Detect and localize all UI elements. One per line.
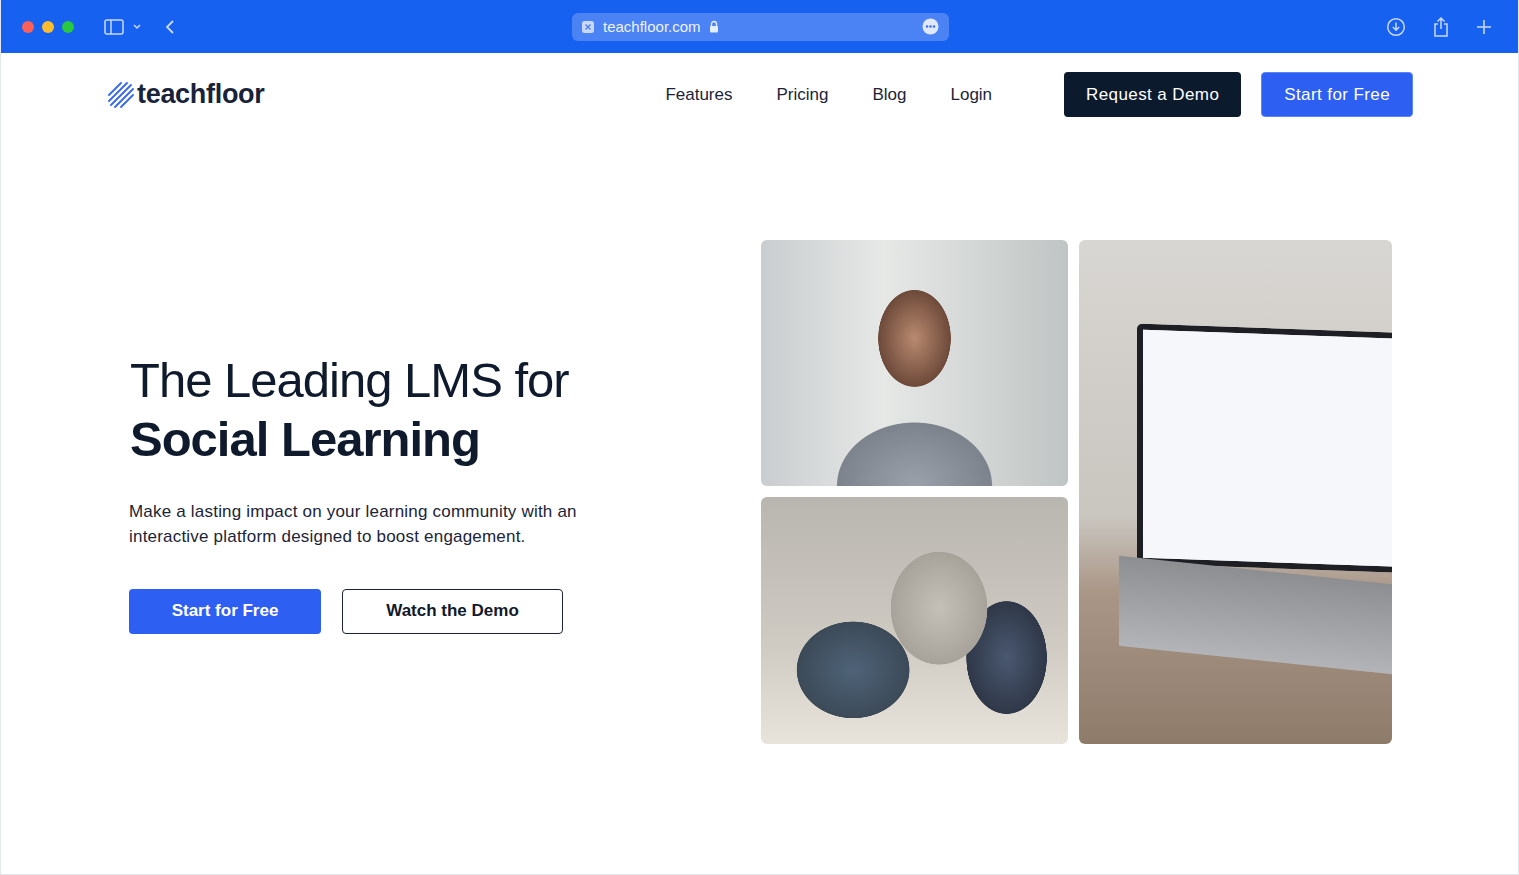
hero-button[interactable]: Start for Free [129, 589, 321, 634]
laptop-screen [1137, 324, 1392, 573]
hero-title: The Leading LMS for Social Learning [130, 351, 632, 469]
nav-link[interactable]: Login [950, 85, 992, 105]
hero-title-line: The Leading LMS for [130, 351, 632, 410]
hero-section: The Leading LMS for Social Learning Make… [1, 240, 1518, 744]
more-options-icon[interactable] [922, 18, 939, 35]
web-page: teachfloor Features Pricing Blog Login Requ… [1, 53, 1518, 874]
address-text: teachfloor.com [603, 18, 701, 35]
nav-buttons: Request a Demo Start for Free [1064, 72, 1413, 117]
hero-button[interactable]: Watch the Demo [342, 589, 563, 634]
logo-stripes-icon [108, 82, 134, 108]
nav-link[interactable]: Blog [872, 85, 906, 105]
download-icon[interactable] [1386, 17, 1406, 37]
share-icon[interactable] [1432, 16, 1450, 38]
zoom-button[interactable] [62, 21, 74, 33]
close-button[interactable] [22, 21, 34, 33]
new-tab-icon[interactable] [1476, 19, 1492, 35]
minimize-button[interactable] [42, 21, 54, 33]
site-favicon-icon [581, 20, 595, 34]
hero-buttons: Start for Free Watch the Demo [129, 589, 632, 634]
hero-title-emphasis: Social Learning [130, 410, 632, 469]
browser-toolbar: teachfloor.com [1, 0, 1518, 53]
logo-text: teachfloor [137, 79, 265, 110]
nav-button[interactable]: Start for Free [1261, 72, 1413, 117]
nav-link[interactable]: Pricing [776, 85, 828, 105]
laptop-photo [1079, 240, 1392, 744]
woman-photo [761, 240, 1068, 486]
browser-actions [1386, 16, 1492, 38]
chevron-down-icon[interactable] [132, 23, 142, 31]
hero-text: The Leading LMS for Social Learning Make… [1, 351, 632, 634]
sidebar-icon[interactable] [104, 19, 126, 35]
window-controls [22, 19, 572, 35]
hero-description: Make a lasting impact on your learning c… [129, 499, 624, 549]
laptop-keyboard [1119, 556, 1392, 675]
back-arrow-icon[interactable] [164, 19, 176, 35]
photo-grid [761, 240, 1392, 744]
nav-link[interactable]: Features [665, 85, 732, 105]
team-photo [761, 497, 1068, 744]
logo[interactable]: teachfloor [108, 79, 265, 110]
nav-button[interactable]: Request a Demo [1064, 72, 1241, 117]
lock-icon [709, 20, 719, 33]
browser-window: teachfloor.com teachfloor Features Pricin… [0, 0, 1519, 875]
nav-links: Features Pricing Blog Login [665, 85, 992, 105]
address-bar[interactable]: teachfloor.com [572, 13, 949, 41]
site-nav: teachfloor Features Pricing Blog Login Requ… [1, 53, 1518, 117]
